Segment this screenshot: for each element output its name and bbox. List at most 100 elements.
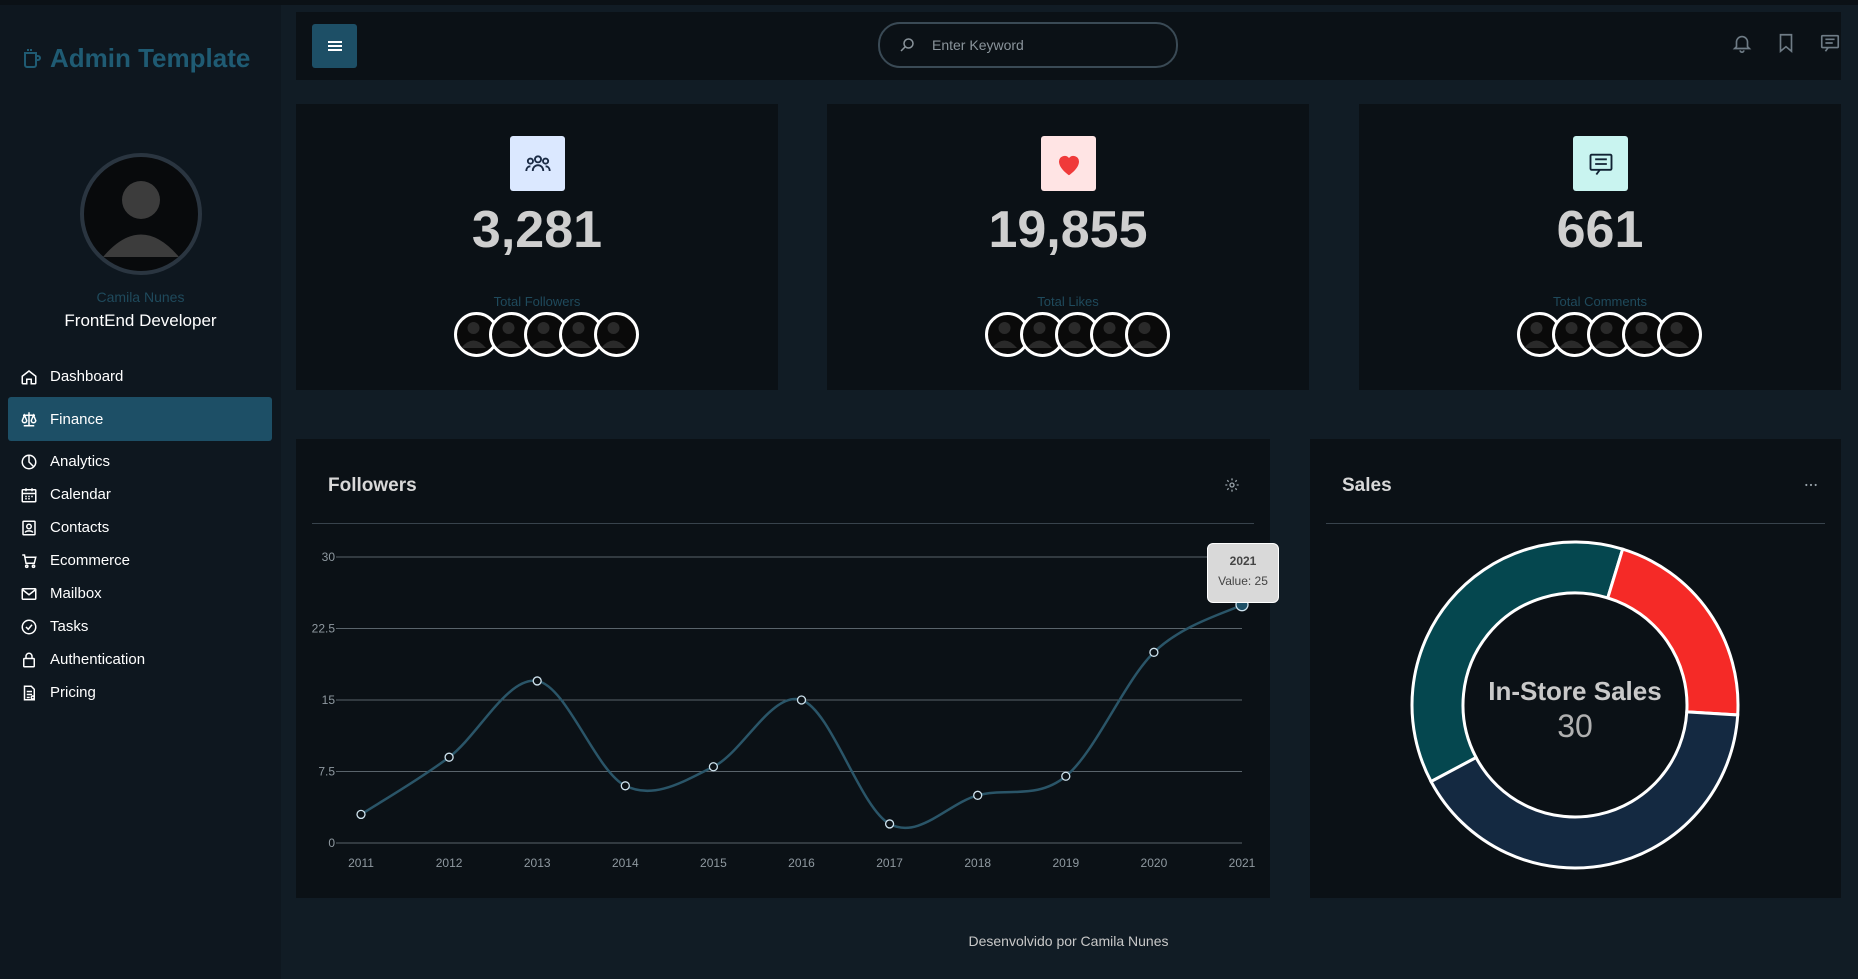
donut-center-label: In-Store Sales xyxy=(1488,676,1661,706)
sidebar-item-calendar[interactable]: Calendar xyxy=(8,478,272,511)
data-point xyxy=(884,819,895,829)
sidebar-item-authentication[interactable]: Authentication xyxy=(8,643,272,676)
stat-value: 661 xyxy=(1556,201,1644,259)
x-tick-label: 2015 xyxy=(700,856,727,870)
x-tick-label: 2018 xyxy=(964,856,991,870)
avatar-group xyxy=(454,312,639,357)
data-point xyxy=(1061,771,1071,781)
tooltip-year: 2021 xyxy=(1229,553,1257,568)
avatar-group xyxy=(1517,312,1702,357)
contact-icon xyxy=(22,520,36,535)
avatar-group xyxy=(985,312,1170,357)
sidebar-item-finance[interactable]: Finance xyxy=(8,397,272,441)
stat-label: Total Followers xyxy=(493,294,581,309)
sidebar-item-label: Pricing xyxy=(50,684,96,701)
sidebar-item-ecommerce[interactable]: Ecommerce xyxy=(8,544,272,577)
stat-card-followers: 3,281 Total Followers xyxy=(296,104,778,390)
document-icon xyxy=(23,685,35,700)
x-tick-label: 2012 xyxy=(436,856,463,870)
topbar xyxy=(296,12,1841,80)
hamburger-icon xyxy=(327,41,342,51)
search-icon xyxy=(900,38,914,52)
y-tick-label: 22.5 xyxy=(312,622,336,636)
data-point xyxy=(796,695,807,705)
y-tick-label: 30 xyxy=(322,550,336,564)
data-point xyxy=(532,676,542,686)
x-tick-label: 2013 xyxy=(524,856,551,870)
user-silhouette-icon xyxy=(103,181,179,257)
y-tick-label: 15 xyxy=(322,693,336,707)
donut-slice xyxy=(1410,540,1625,784)
sidebar-item-analytics[interactable]: Analytics xyxy=(8,445,272,478)
sidebar-item-label: Analytics xyxy=(50,453,111,470)
heart-icon xyxy=(1041,136,1096,191)
y-tick-label: 7.5 xyxy=(318,765,335,779)
x-tick-label: 2016 xyxy=(788,856,815,870)
data-point xyxy=(708,762,719,772)
followers-series-line xyxy=(360,603,1243,830)
sidebar-item-label: Finance xyxy=(50,410,104,428)
sidebar-item-label: Dashboard xyxy=(50,368,124,385)
stat-card-likes: 19,855 Total Likes xyxy=(827,104,1309,390)
data-point xyxy=(356,809,366,820)
sales-donut-chart[interactable]: In-Store Sales 30 xyxy=(1310,439,1841,898)
profile-name: Camila Nunes xyxy=(96,289,185,305)
cart-icon xyxy=(22,553,37,568)
data-point xyxy=(620,781,630,791)
x-tick-label: 2019 xyxy=(1052,856,1079,870)
lock-icon xyxy=(23,652,35,667)
data-point xyxy=(973,790,983,800)
brand[interactable]: Admin Template xyxy=(20,43,250,74)
bell-icon[interactable] xyxy=(1731,32,1753,54)
data-point xyxy=(444,752,454,762)
scale-icon xyxy=(21,412,37,427)
sidebar-item-label: Contacts xyxy=(50,519,110,536)
x-tick-label: 2014 xyxy=(612,856,639,870)
pie-icon xyxy=(21,454,37,469)
message-icon[interactable] xyxy=(1819,32,1841,54)
menu-toggle-button[interactable] xyxy=(312,24,357,68)
avatar[interactable] xyxy=(80,153,202,275)
stat-label: Total Comments xyxy=(1553,294,1647,309)
sidebar-item-label: Mailbox xyxy=(50,585,102,602)
sidebar-item-pricing[interactable]: Pricing xyxy=(8,676,272,709)
search-input[interactable] xyxy=(930,36,1154,54)
stat-value: 19,855 xyxy=(988,201,1148,259)
sidebar-item-contacts[interactable]: Contacts xyxy=(8,511,272,544)
bookmark-icon[interactable] xyxy=(1775,32,1797,54)
x-tick-label: 2017 xyxy=(876,856,903,870)
mail-icon xyxy=(21,587,37,600)
footer: Desenvolvido por Camila Nunes xyxy=(968,933,1169,949)
chart-tooltip: 2021 Value: 25 xyxy=(1207,542,1279,603)
profile-role: FrontEnd Developer xyxy=(64,311,217,330)
x-tick-label: 2011 xyxy=(348,856,374,870)
followers-line-chart[interactable]: 0 7.5 15 22.5 30 2011 2012 2013 2014 2015 2016 2017… xyxy=(296,439,1270,898)
tooltip-value: Value: 25 xyxy=(1218,573,1268,588)
data-point xyxy=(1149,647,1159,657)
donut-center-value: 30 xyxy=(1557,708,1593,744)
x-tick-label: 2021 xyxy=(1229,856,1256,870)
sidebar: Admin Template Camila Nunes FrontEnd Dev… xyxy=(0,5,281,979)
calendar-icon xyxy=(21,487,37,502)
sidebar-item-dashboard[interactable]: Dashboard xyxy=(8,360,272,393)
topbar-icons xyxy=(1731,32,1841,54)
brand-title: Admin Template xyxy=(50,43,251,73)
avatar[interactable] xyxy=(1657,312,1702,357)
users-icon xyxy=(510,136,565,191)
y-tick-label: 0 xyxy=(328,836,335,850)
stat-card-comments: 661 Total Comments xyxy=(1359,104,1841,390)
mug-icon xyxy=(24,48,41,68)
sidebar-nav: Dashboard Finance Analytics Calendar Con… xyxy=(8,360,272,709)
avatar[interactable] xyxy=(1125,312,1170,357)
sidebar-item-mailbox[interactable]: Mailbox xyxy=(8,577,272,610)
sales-panel: Sales In-Store Sales 30 xyxy=(1310,439,1841,898)
stat-value: 3,281 xyxy=(471,201,603,259)
home-icon xyxy=(21,369,37,384)
sidebar-item-label: Authentication xyxy=(50,651,146,668)
avatar[interactable] xyxy=(594,312,639,357)
sidebar-item-label: Ecommerce xyxy=(50,552,131,569)
search-box[interactable] xyxy=(878,22,1178,68)
sidebar-item-tasks[interactable]: Tasks xyxy=(8,610,272,643)
stat-label: Total Likes xyxy=(1037,294,1099,309)
sidebar-item-label: Tasks xyxy=(50,618,89,635)
